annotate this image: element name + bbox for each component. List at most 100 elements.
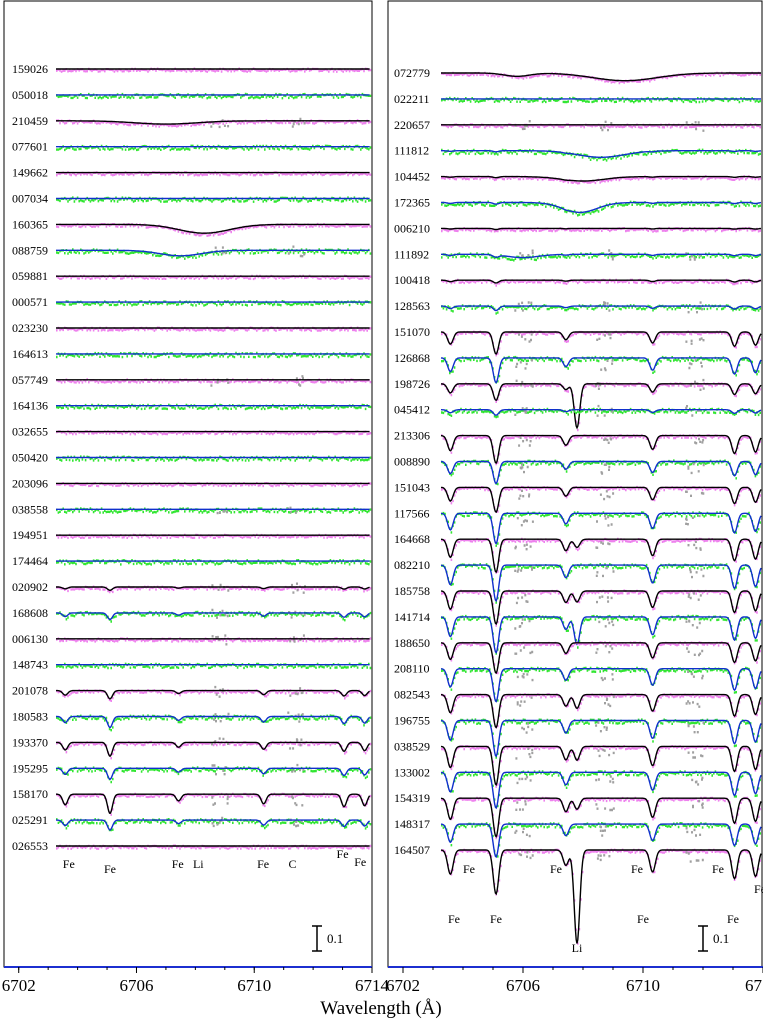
line-label: Fe (637, 912, 649, 926)
star-label: 151070 (394, 325, 430, 339)
right-panel: 6702 6706 6710 671 0.1 072779 022211 220657 1118… (386, 0, 763, 995)
star-label: 008890 (394, 455, 430, 469)
spectrum-038558 (56, 506, 372, 515)
spectrum-104452 (441, 175, 762, 185)
spectrum-050420 (56, 455, 372, 462)
spectra-figure: 6702 6706 6710 6714 0.1 159026 050018 210459 077… (2, 0, 763, 1019)
line-label: Fe (754, 882, 763, 896)
star-label: 022211 (394, 92, 430, 106)
model-line (441, 201, 762, 214)
observed-points (56, 740, 372, 760)
model-line (440, 771, 762, 810)
line-label: Fe (490, 912, 502, 926)
masked-points (516, 695, 701, 708)
spectrum-082210 (440, 563, 762, 604)
spectrum-201078 (56, 685, 372, 702)
spectrum-160365 (56, 222, 372, 237)
star-label: 000571 (12, 295, 48, 309)
spectrum-185758 (441, 589, 762, 627)
x-tick-label: 6702 (386, 976, 420, 995)
spectrum-180583 (56, 711, 372, 732)
star-label: 038529 (394, 739, 430, 753)
star-label: 026553 (12, 839, 48, 853)
spectrum-111812 (441, 148, 762, 162)
line-label: Fe (712, 862, 724, 876)
star-label: 057749 (12, 373, 48, 387)
spectrum-168608 (56, 608, 372, 623)
star-label: 111892 (394, 247, 429, 261)
line-label: C (289, 857, 297, 871)
observed-points (441, 382, 761, 432)
x-tick-label: 6714 (355, 976, 390, 995)
star-label: 168608 (12, 606, 48, 620)
star-label: 038558 (12, 502, 48, 516)
spectrum-220657 (441, 120, 761, 132)
observed-points (56, 533, 372, 539)
line-label: Fe (463, 862, 475, 876)
panel-frame (387, 0, 763, 968)
spectrum-008890 (440, 459, 762, 486)
observed-points (441, 718, 761, 759)
star-label: 201078 (12, 684, 48, 698)
star-label: 104452 (394, 170, 430, 184)
spectrum-141714 (440, 614, 762, 655)
masked-points (516, 775, 704, 786)
spectrum-164136 (56, 403, 372, 411)
star-label: 210459 (12, 114, 48, 128)
spectrum-149662 (56, 171, 372, 177)
star-label: 126868 (394, 351, 430, 365)
scale-bar-label: 0.1 (713, 931, 729, 946)
star-label: 164136 (12, 399, 48, 413)
spectrum-023230 (56, 326, 372, 332)
star-label: 032655 (12, 425, 48, 439)
observed-points (441, 485, 761, 513)
spectrum-198726 (440, 378, 762, 432)
star-label: 072779 (394, 66, 430, 80)
star-label: 141714 (394, 610, 430, 624)
star-label: 128563 (394, 299, 430, 313)
star-label: 082543 (394, 688, 430, 702)
spectrum-126868 (440, 355, 762, 384)
star-label: 220657 (394, 118, 430, 132)
line-label: Fe (257, 857, 269, 871)
x-tick-label: 6702 (2, 976, 36, 995)
spectrum-210459 (56, 117, 372, 129)
spectrum-151043 (440, 485, 762, 514)
observed-points (441, 770, 761, 809)
star-label: 151043 (394, 480, 430, 494)
star-label: 193370 (12, 735, 48, 749)
x-tick-label: 6710 (626, 976, 660, 995)
star-label: 148743 (12, 658, 48, 672)
spectrum-174464 (56, 559, 372, 566)
spectrum-026553 (56, 844, 372, 850)
star-label: 045412 (394, 403, 430, 417)
star-label: 117566 (394, 506, 430, 520)
spectrum-164613 (56, 351, 372, 359)
observed-points (441, 589, 761, 627)
spectrum-111892 (441, 249, 762, 262)
star-label: 006210 (394, 221, 430, 235)
observed-points (56, 455, 372, 462)
spectrum-193370 (56, 737, 372, 760)
observed-points (441, 96, 761, 104)
star-label: 020902 (12, 580, 48, 594)
line-label: Fe (63, 857, 75, 871)
star-label: 174464 (12, 554, 48, 568)
spectrum-088759 (56, 245, 372, 260)
star-label: 198726 (394, 377, 430, 391)
line-label: Fe (448, 912, 460, 926)
spectrum-148743 (56, 662, 372, 670)
star-label: 082210 (394, 558, 430, 572)
observed-points (441, 330, 761, 357)
star-label: 025291 (12, 813, 48, 827)
spectrum-172365 (441, 200, 762, 217)
line-label: Fe (631, 862, 643, 876)
spectrum-195295 (56, 763, 372, 784)
observed-points (56, 92, 372, 100)
masked-points (514, 618, 701, 630)
observed-points (56, 351, 372, 359)
star-label: 160365 (12, 217, 48, 231)
observed-points (56, 300, 372, 307)
star-label: 164668 (394, 532, 430, 546)
star-label: 164507 (394, 843, 430, 857)
